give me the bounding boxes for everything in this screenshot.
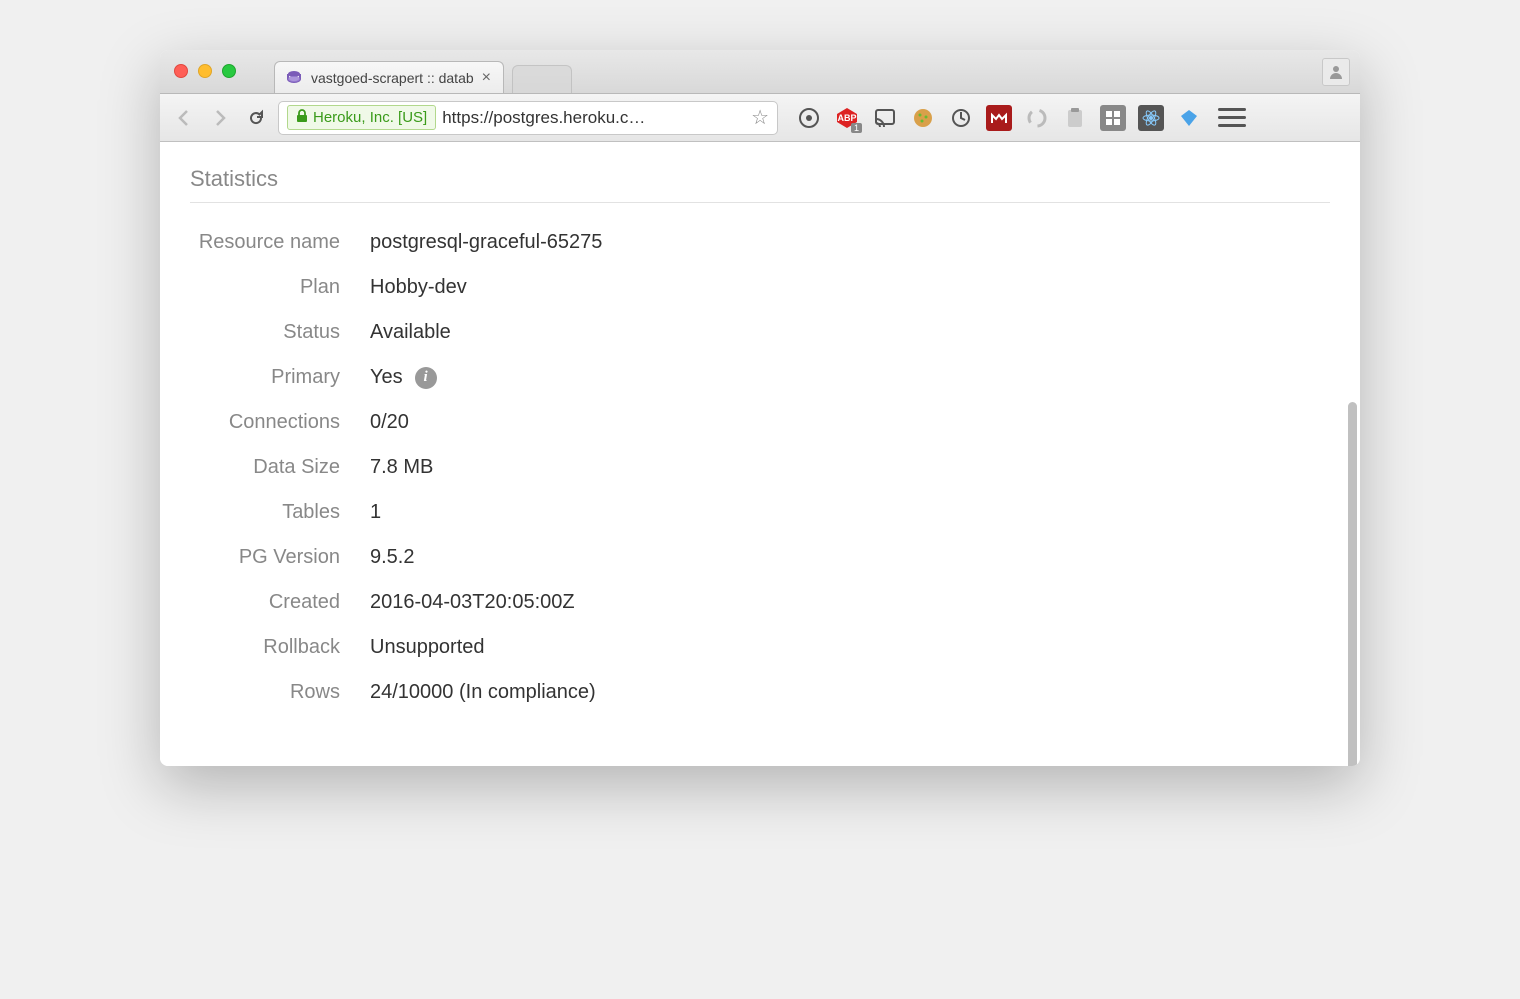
stat-label: Connections xyxy=(190,411,370,434)
extension-react-icon[interactable] xyxy=(1138,105,1164,131)
stat-row-primary: Primary Yes i xyxy=(190,366,1330,389)
extension-refresh-icon[interactable] xyxy=(948,105,974,131)
extension-spinner-icon[interactable] xyxy=(1024,105,1050,131)
stat-row-rollback: Rollback Unsupported xyxy=(190,636,1330,659)
extension-clipboard-icon[interactable] xyxy=(1062,105,1088,131)
window-minimize-button[interactable] xyxy=(198,64,212,78)
stat-label: PG Version xyxy=(190,546,370,569)
profile-button[interactable] xyxy=(1322,58,1350,86)
info-icon[interactable]: i xyxy=(415,367,437,389)
stat-value: Yes i xyxy=(370,366,437,389)
stat-row-status: Status Available xyxy=(190,321,1330,344)
stat-label: Created xyxy=(190,591,370,614)
reload-button[interactable] xyxy=(242,104,270,132)
stat-row-pg-version: PG Version 9.5.2 xyxy=(190,546,1330,569)
ssl-badge[interactable]: Heroku, Inc. [US] xyxy=(287,105,436,130)
stat-label: Primary xyxy=(190,366,370,389)
stat-value-text: Yes xyxy=(370,366,403,389)
forward-button[interactable] xyxy=(206,104,234,132)
extension-grid-icon[interactable] xyxy=(1100,105,1126,131)
stat-label: Resource name xyxy=(190,231,370,254)
stat-label: Rows xyxy=(190,681,370,704)
stat-value: 9.5.2 xyxy=(370,546,414,569)
stat-value: Hobby-dev xyxy=(370,276,467,299)
stat-row-connections: Connections 0/20 xyxy=(190,411,1330,434)
stat-row-created: Created 2016-04-03T20:05:00Z xyxy=(190,591,1330,614)
bookmark-star-icon[interactable]: ☆ xyxy=(751,105,769,130)
postgres-favicon-icon xyxy=(285,69,303,87)
stat-label: Status xyxy=(190,321,370,344)
stat-label: Rollback xyxy=(190,636,370,659)
stat-value: 2016-04-03T20:05:00Z xyxy=(370,591,575,614)
stat-value: postgresql-graceful-65275 xyxy=(370,231,602,254)
tab-close-icon[interactable]: × xyxy=(482,69,491,87)
page-content: Statistics Resource name postgresql-grac… xyxy=(160,142,1360,766)
address-bar[interactable]: Heroku, Inc. [US] https://postgres.herok… xyxy=(278,101,778,135)
extension-mendeley-icon[interactable] xyxy=(986,105,1012,131)
scrollbar-thumb[interactable] xyxy=(1348,402,1357,766)
extension-cast-icon[interactable] xyxy=(872,105,898,131)
stat-value: 24/10000 (In compliance) xyxy=(370,681,596,704)
stat-label: Data Size xyxy=(190,456,370,479)
stat-row-data-size: Data Size 7.8 MB xyxy=(190,456,1330,479)
extension-diamond-icon[interactable] xyxy=(1176,105,1202,131)
extensions-row: ABP 1 xyxy=(796,105,1202,131)
titlebar: vastgoed-scrapert :: datab × xyxy=(160,50,1360,94)
back-button[interactable] xyxy=(170,104,198,132)
url-text: https://postgres.heroku.c… xyxy=(442,108,645,128)
extension-cookie-icon[interactable] xyxy=(910,105,936,131)
browser-tab-active[interactable]: vastgoed-scrapert :: datab × xyxy=(274,61,504,93)
menu-button[interactable] xyxy=(1218,104,1246,132)
stat-value: 0/20 xyxy=(370,411,409,434)
toolbar: Heroku, Inc. [US] https://postgres.herok… xyxy=(160,94,1360,142)
section-heading: Statistics xyxy=(190,166,1330,203)
stat-row-resource-name: Resource name postgresql-graceful-65275 xyxy=(190,231,1330,254)
svg-text:ABP: ABP xyxy=(837,113,856,123)
window-close-button[interactable] xyxy=(174,64,188,78)
stat-row-rows: Rows 24/10000 (In compliance) xyxy=(190,681,1330,704)
stat-value: Available xyxy=(370,321,451,344)
stat-label: Plan xyxy=(190,276,370,299)
tab-title: vastgoed-scrapert :: datab xyxy=(311,70,474,86)
ssl-org-text: Heroku, Inc. [US] xyxy=(313,109,427,126)
lock-icon xyxy=(296,109,308,126)
extension-privacy-icon[interactable] xyxy=(796,105,822,131)
tab-strip: vastgoed-scrapert :: datab × xyxy=(274,61,572,93)
browser-tab-background[interactable] xyxy=(512,65,572,93)
window-zoom-button[interactable] xyxy=(222,64,236,78)
stat-value: 7.8 MB xyxy=(370,456,433,479)
stat-label: Tables xyxy=(190,501,370,524)
stat-row-tables: Tables 1 xyxy=(190,501,1330,524)
extension-adblock-icon[interactable]: ABP 1 xyxy=(834,105,860,131)
window-controls xyxy=(174,64,236,78)
browser-window: vastgoed-scrapert :: datab × Heroku, Inc… xyxy=(160,50,1360,766)
stat-value: Unsupported xyxy=(370,636,485,659)
stat-value: 1 xyxy=(370,501,381,524)
stat-row-plan: Plan Hobby-dev xyxy=(190,276,1330,299)
